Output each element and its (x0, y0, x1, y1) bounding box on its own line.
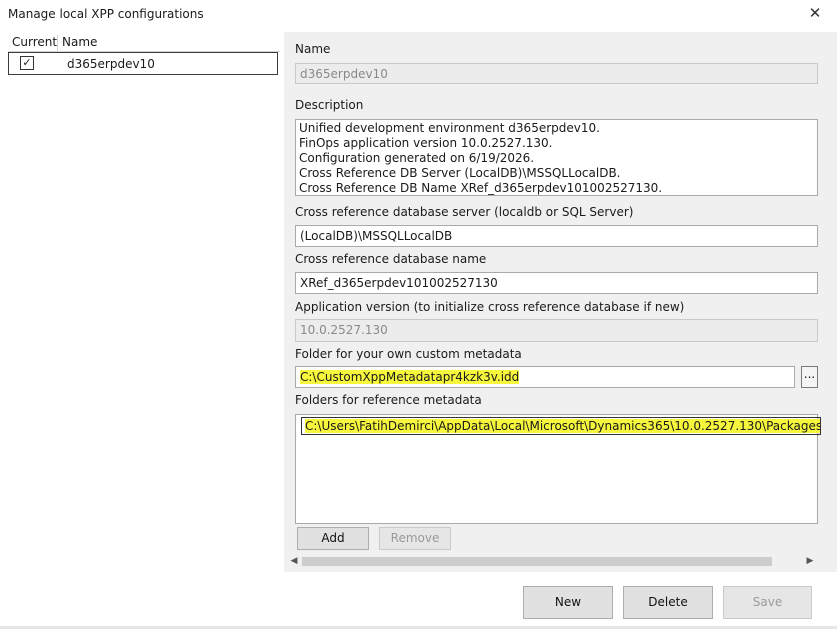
configuration-name: d365erpdev10 (67, 57, 155, 71)
browse-button[interactable]: ... (801, 366, 818, 388)
ref-metadata-path: C:\Users\FatihDemirci\AppData\Local\Micr… (305, 419, 820, 433)
xref-name-field[interactable]: XRef_d365erpdev101002527130 (295, 272, 818, 294)
horizontal-scrollbar[interactable]: ◀ ▶ (288, 555, 816, 568)
scrollbar-thumb[interactable] (302, 557, 772, 566)
app-version-field[interactable]: 10.0.2527.130 (295, 319, 818, 342)
custom-metadata-path: C:\CustomXppMetadatapr4kzk3v.idd (300, 370, 520, 384)
xref-server-label: Cross reference database server (localdb… (295, 205, 634, 219)
configuration-list-pane (0, 32, 284, 629)
current-checkbox[interactable]: ✓ (20, 56, 34, 70)
ref-metadata-item[interactable]: C:\Users\FatihDemirci\AppData\Local\Micr… (301, 417, 821, 435)
add-button[interactable]: Add (297, 527, 369, 550)
xref-name-label: Cross reference database name (295, 252, 487, 266)
window-title: Manage local XPP configurations (8, 7, 204, 21)
scroll-left-icon[interactable]: ◀ (288, 555, 300, 568)
column-header-name[interactable]: Name (62, 35, 97, 49)
app-version-label: Application version (to initialize cross… (295, 300, 685, 314)
description-label: Description (295, 98, 364, 112)
column-header-current[interactable]: Current (12, 35, 57, 49)
configuration-row[interactable]: ✓ d365erpdev10 (8, 52, 278, 75)
custom-metadata-field[interactable]: C:\CustomXppMetadatapr4kzk3v.idd (295, 366, 795, 388)
description-field[interactable]: Unified development environment d365erpd… (295, 119, 818, 196)
scroll-right-icon[interactable]: ▶ (804, 555, 816, 568)
custom-metadata-label: Folder for your own custom metadata (295, 347, 522, 361)
description-line: Cross Reference DB Server (LocalDB)\MSSQ… (299, 166, 621, 180)
configuration-list-header: Current Name (8, 34, 280, 52)
column-divider[interactable] (57, 35, 58, 51)
name-field[interactable]: d365erpdev10 (295, 63, 818, 84)
description-line: Configuration generated on 6/19/2026. (299, 151, 535, 165)
description-line: FinOps application version 10.0.2527.130… (299, 136, 553, 150)
remove-button[interactable]: Remove (379, 527, 451, 550)
description-line: Cross Reference DB Name XRef_d365erpdev1… (299, 181, 663, 195)
new-button[interactable]: New (523, 586, 613, 619)
delete-button[interactable]: Delete (623, 586, 713, 619)
name-label: Name (295, 42, 331, 56)
description-line: Unified development environment d365erpd… (299, 121, 600, 135)
ref-metadata-list[interactable]: C:\Users\FatihDemirci\AppData\Local\Micr… (295, 414, 821, 524)
xref-server-field[interactable]: (LocalDB)\MSSQLLocalDB (295, 225, 818, 247)
save-button[interactable]: Save (723, 586, 812, 619)
close-icon[interactable]: ✕ (806, 4, 824, 22)
ref-metadata-label: Folders for reference metadata (295, 393, 482, 407)
